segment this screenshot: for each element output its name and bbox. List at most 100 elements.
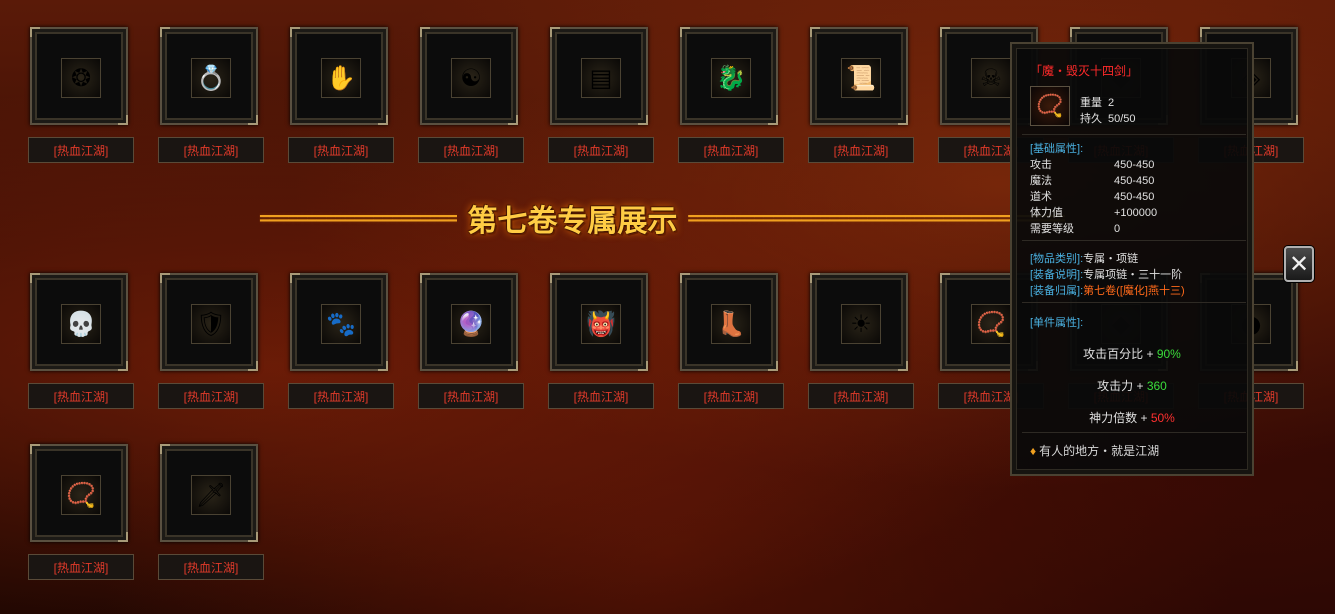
stat-value: 450-450 bbox=[1114, 175, 1155, 187]
item-name-button[interactable]: [热血江湖] bbox=[28, 383, 134, 409]
stat-value: 450-450 bbox=[1114, 191, 1155, 203]
stat-name: 魔法 bbox=[1030, 175, 1052, 187]
item-name-button[interactable]: [热血江湖] bbox=[548, 383, 654, 409]
set-stat-row: 神力倍数 + 50% bbox=[1012, 409, 1252, 426]
tooltip-thumb: 📿 bbox=[1030, 86, 1070, 126]
close-icon: ✕ bbox=[1288, 250, 1310, 278]
base-stats-heading: [基础属性]: bbox=[1030, 143, 1084, 155]
silver-scroll-icon: ▤ bbox=[581, 58, 621, 98]
demon-mask-icon: 👹 bbox=[581, 304, 621, 344]
stat-value: 0 bbox=[1114, 223, 1121, 235]
info-value: 专属项链・三十一阶 bbox=[1083, 269, 1183, 281]
set-stat-name: 神力倍数 + bbox=[1089, 411, 1151, 425]
flame-glove-icon: ✋ bbox=[321, 58, 361, 98]
durability-label: 持久 bbox=[1080, 113, 1102, 125]
item-slot[interactable]: 👢 bbox=[680, 273, 778, 371]
item-name-button[interactable]: [热血江湖] bbox=[808, 137, 914, 163]
item-name-button[interactable]: [热血江湖] bbox=[28, 554, 134, 580]
red-necklace-icon: 📿 bbox=[971, 304, 1011, 344]
item-slot[interactable]: ▤ bbox=[550, 27, 648, 125]
stat-name: 需要等级 bbox=[1030, 223, 1074, 235]
set-stats-heading: [单件属性]: bbox=[1030, 317, 1084, 329]
set-stat-name: 攻击力 + bbox=[1097, 379, 1147, 393]
red-shield-icon: 🛡 bbox=[191, 304, 231, 344]
divider bbox=[1022, 302, 1246, 303]
item-slot[interactable]: 💍 bbox=[160, 27, 258, 125]
set-stat-row: 攻击百分比 + 90% bbox=[1012, 345, 1252, 362]
stat-name: 道术 bbox=[1030, 191, 1052, 203]
base-stat-row: 体力值 +100000 bbox=[1030, 204, 1240, 220]
yin-yang-orb-icon: ☯ bbox=[451, 58, 491, 98]
item-slot[interactable]: 🐉 bbox=[680, 27, 778, 125]
footer-text: 有人的地方・就是江湖 bbox=[1039, 444, 1160, 458]
banner-right-decoration: ======================================== bbox=[687, 207, 1065, 229]
weight-value: 2 bbox=[1108, 97, 1115, 109]
item-name-button[interactable]: [热血江湖] bbox=[288, 137, 394, 163]
item-slot[interactable]: ❂ bbox=[30, 27, 128, 125]
divider bbox=[1022, 240, 1246, 241]
item-name-button[interactable]: [热血江湖] bbox=[418, 137, 524, 163]
green-skull-icon: ☠ bbox=[971, 58, 1011, 98]
amulet-blue-icon: ❂ bbox=[61, 58, 101, 98]
item-slot[interactable]: 📿 bbox=[30, 444, 128, 542]
item-slot[interactable]: ☀ bbox=[810, 273, 908, 371]
violet-blade-icon: 🗡 bbox=[191, 475, 231, 515]
stat-value: +100000 bbox=[1114, 207, 1158, 219]
item-slot[interactable]: 🐾 bbox=[290, 273, 388, 371]
base-stat-row: 道术 450-450 bbox=[1030, 188, 1240, 204]
durability-value: 50/50 bbox=[1108, 113, 1136, 125]
base-stat-row: 魔法 450-450 bbox=[1030, 172, 1240, 188]
item-name-button[interactable]: [热血江湖] bbox=[288, 383, 394, 409]
base-stat-row: 攻击 450-450 bbox=[1030, 156, 1240, 172]
item-slot[interactable]: 🗡 bbox=[160, 444, 258, 542]
item-name-button[interactable]: [热血江湖] bbox=[158, 554, 264, 580]
ring-green-gem-icon: 💍 bbox=[191, 58, 231, 98]
set-stat-name: 攻击百分比 + bbox=[1083, 347, 1157, 361]
item-name-button[interactable]: [热血江湖] bbox=[678, 137, 784, 163]
tooltip-item-name: 「魔・毁灭十四剑」 bbox=[1030, 64, 1139, 78]
jade-boots-icon: 👢 bbox=[711, 304, 751, 344]
item-slot[interactable]: ✋ bbox=[290, 27, 388, 125]
item-name-button[interactable]: [热血江湖] bbox=[548, 137, 654, 163]
base-stat-row: 需要等级 0 bbox=[1030, 220, 1240, 236]
divider bbox=[1022, 432, 1246, 433]
info-row: [装备说明]:专属项链・三十一阶 bbox=[1030, 266, 1182, 282]
stat-name: 体力值 bbox=[1030, 207, 1063, 219]
set-stat-value: 90% bbox=[1156, 347, 1181, 361]
golden-talisman-icon: 📜 bbox=[841, 58, 881, 98]
info-row: [物品类别]:专属・项链 bbox=[1030, 250, 1138, 266]
item-slot[interactable]: ☯ bbox=[420, 27, 518, 125]
item-name-button[interactable]: [热血江湖] bbox=[28, 137, 134, 163]
skull-icon: 💀 bbox=[61, 304, 101, 344]
info-value: 第七卷([魔化]燕十三) bbox=[1083, 285, 1185, 297]
item-name-button[interactable]: [热血江湖] bbox=[678, 383, 784, 409]
item-name-button[interactable]: [热血江湖] bbox=[158, 137, 264, 163]
banner-left-decoration: ===================== bbox=[259, 207, 458, 229]
diamond-icon: ♦ bbox=[1030, 444, 1037, 458]
item-tooltip: 「魔・毁灭十四剑」 📿 重量 2 持久 50/50 [基础属性]: 攻击 450-45… bbox=[1010, 42, 1254, 476]
close-button[interactable]: ✕ bbox=[1284, 246, 1314, 282]
item-slot[interactable]: 💀 bbox=[30, 273, 128, 371]
red-necklace-icon: 📿 bbox=[1036, 93, 1064, 118]
banner-title: 第七卷专属展示 bbox=[467, 204, 678, 239]
item-slot[interactable]: 🔮 bbox=[420, 273, 518, 371]
set-stat-value: 50% bbox=[1150, 411, 1175, 425]
beast-claw-icon: 🐾 bbox=[321, 304, 361, 344]
item-slot[interactable]: 👹 bbox=[550, 273, 648, 371]
divider bbox=[1022, 134, 1246, 135]
set-stat-value: 360 bbox=[1146, 379, 1167, 393]
purple-crystal-icon: 🔮 bbox=[451, 304, 491, 344]
tooltip-durability: 持久 50/50 bbox=[1080, 110, 1136, 126]
set-stat-row: 攻击力 + 360 bbox=[1012, 377, 1252, 394]
info-row: [装备归属]:第七卷([魔化]燕十三) bbox=[1030, 282, 1185, 298]
item-slot[interactable]: 📜 bbox=[810, 27, 908, 125]
tooltip-weight: 重量 2 bbox=[1080, 94, 1114, 110]
info-key: [物品类别]: bbox=[1030, 253, 1084, 265]
info-key: [装备说明]: bbox=[1030, 269, 1084, 281]
item-name-button[interactable]: [热血江湖] bbox=[158, 383, 264, 409]
item-name-button[interactable]: [热血江湖] bbox=[418, 383, 524, 409]
item-name-button[interactable]: [热血江湖] bbox=[808, 383, 914, 409]
weight-label: 重量 bbox=[1080, 97, 1102, 109]
dragon-jade-icon: 🐉 bbox=[711, 58, 751, 98]
item-slot[interactable]: 🛡 bbox=[160, 273, 258, 371]
